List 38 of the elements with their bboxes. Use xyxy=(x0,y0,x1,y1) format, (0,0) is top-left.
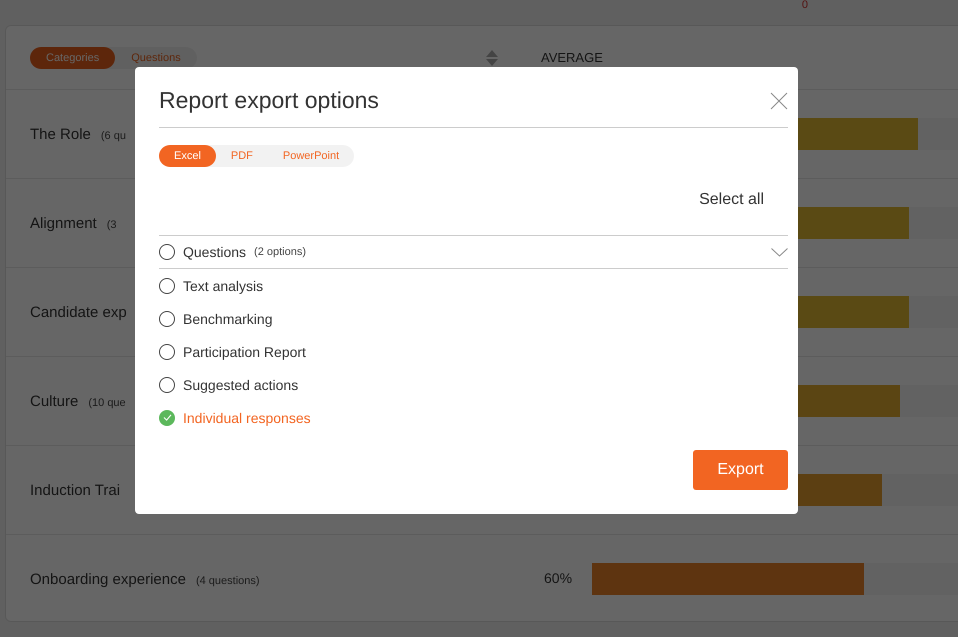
question-count: (6 qu xyxy=(100,130,126,142)
option-label[interactable]: Suggested actions xyxy=(183,376,298,392)
category-name: Culture xyxy=(30,392,78,410)
option-label[interactable]: Text analysis xyxy=(183,278,264,294)
category-name: Candidate exp xyxy=(30,304,127,320)
radio-button[interactable] xyxy=(159,244,175,260)
option-note: (2 options) xyxy=(254,246,306,258)
category-name: Alignment xyxy=(30,214,97,232)
chevron-icon[interactable] xyxy=(771,248,788,256)
question-count: (3 xyxy=(106,218,116,230)
check-icon xyxy=(162,414,172,421)
option-label[interactable]: Benchmarking xyxy=(183,310,272,326)
format-tab[interactable]: Excel xyxy=(159,145,216,167)
option-label[interactable]: Questions xyxy=(183,244,246,260)
question-count: (10 que xyxy=(88,396,126,408)
option-label[interactable]: Participation Report xyxy=(183,344,306,360)
question-count: (4 questions) xyxy=(196,574,260,586)
select-all-link[interactable]: Select all xyxy=(699,191,764,209)
radio-button[interactable] xyxy=(159,310,175,326)
close-button[interactable] xyxy=(770,92,788,110)
value-label: 0 xyxy=(802,0,808,13)
radio-button[interactable] xyxy=(159,278,175,294)
close-icon xyxy=(770,92,788,110)
column-heading: AVERAGE xyxy=(541,50,604,65)
view-tab[interactable]: Questions xyxy=(115,46,197,68)
check-circle[interactable] xyxy=(159,410,175,426)
export-button[interactable]: Export xyxy=(693,450,788,490)
dialog-title: Report export options xyxy=(159,87,379,114)
category-name: Onboarding experience xyxy=(30,570,186,588)
category-name: The Role xyxy=(30,126,91,142)
radio-button[interactable] xyxy=(159,376,175,392)
average-value: 60% xyxy=(544,570,572,586)
format-tab[interactable]: PowerPoint xyxy=(268,145,354,167)
view-tab[interactable]: Categories xyxy=(30,46,116,68)
radio-button[interactable] xyxy=(159,344,175,360)
format-tab[interactable]: PDF xyxy=(216,145,268,167)
category-name: Induction Trai xyxy=(30,482,120,498)
option-label[interactable]: Individual responses xyxy=(183,410,311,426)
